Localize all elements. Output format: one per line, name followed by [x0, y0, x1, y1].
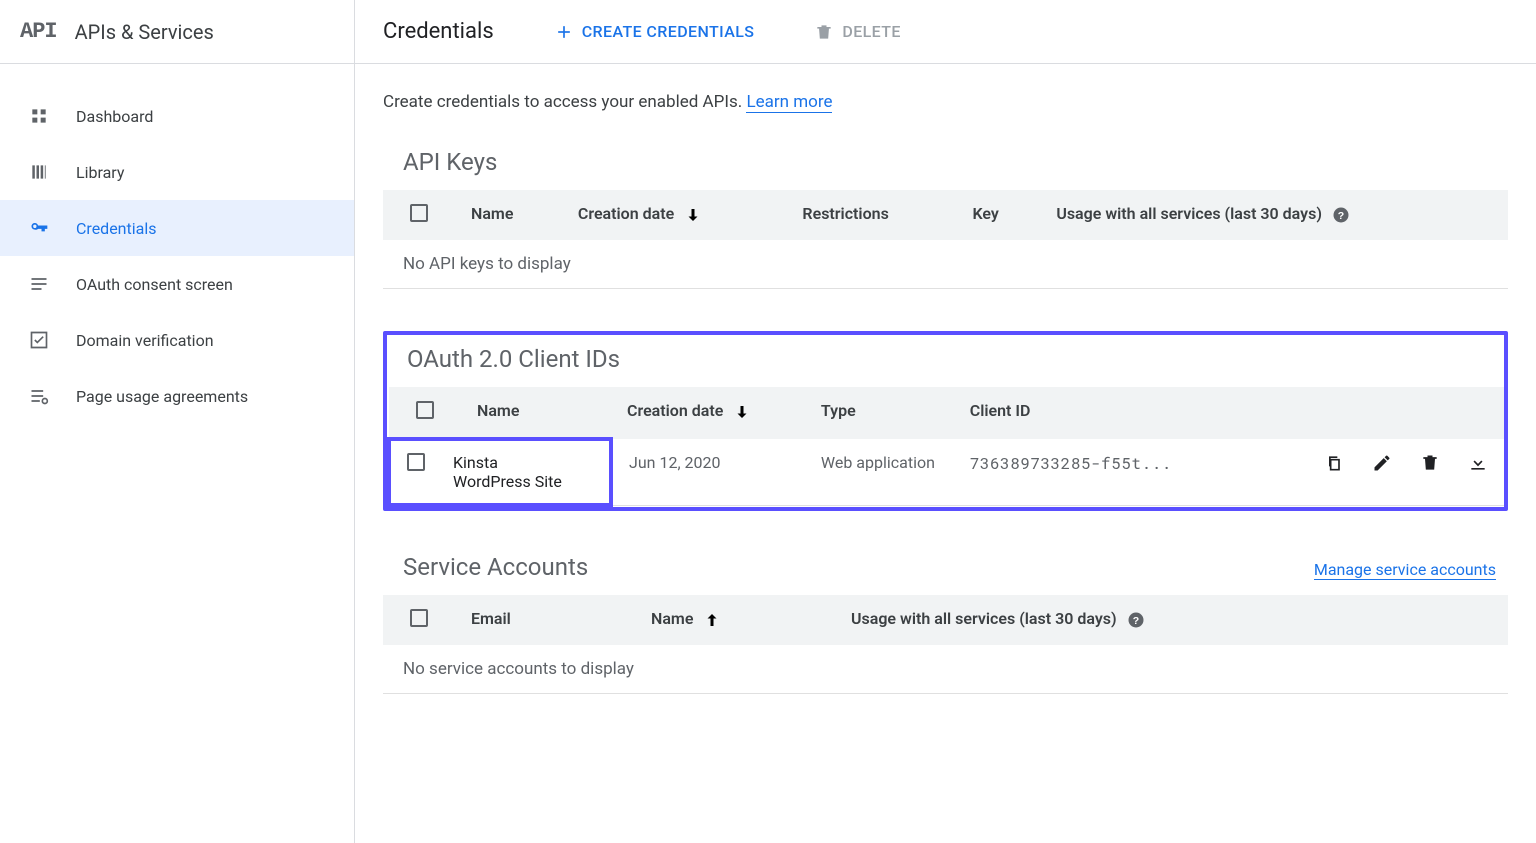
table-header-row: Name Creation date Restrictions Key Usag… [383, 190, 1508, 240]
empty-message: No API keys to display [383, 240, 1508, 289]
col-email[interactable]: Email [455, 595, 635, 645]
select-all-checkbox[interactable] [416, 401, 434, 419]
col-name[interactable]: Name [461, 387, 611, 439]
table-header-row: Email Name Usage with all services (last… [383, 595, 1508, 645]
sidebar-nav: Dashboard Library Credentials OAuth cons… [0, 64, 354, 424]
table-header-row: Name Creation date Type Client ID [389, 387, 1504, 439]
help-icon[interactable]: ? [1127, 611, 1145, 629]
sidebar-item-page-usage[interactable]: Page usage agreements [0, 368, 354, 424]
sidebar-item-label: OAuth consent screen [76, 275, 233, 294]
col-name[interactable]: Name [635, 595, 835, 645]
select-all-checkbox[interactable] [410, 204, 428, 222]
create-credentials-button[interactable]: CREATE CREDENTIALS [554, 22, 755, 42]
oauth-clients-title: OAuth 2.0 Client IDs [407, 345, 620, 373]
sidebar: API APIs & Services Dashboard Library [0, 0, 355, 843]
checkbox-header [383, 190, 455, 240]
api-keys-title: API Keys [403, 148, 497, 176]
key-icon [28, 217, 50, 239]
svg-text:?: ? [1132, 615, 1138, 627]
create-label: CREATE CREDENTIALS [582, 22, 755, 41]
client-creation-date: Jun 12, 2020 [611, 439, 805, 505]
api-keys-section: API Keys Name Creation date Restrictions… [383, 148, 1508, 289]
col-creation-date[interactable]: Creation date [611, 387, 805, 439]
checkbox-header [383, 595, 455, 645]
service-accounts-section: Service Accounts Manage service accounts… [383, 553, 1508, 694]
download-icon[interactable] [1468, 453, 1488, 477]
sidebar-item-label: Credentials [76, 219, 157, 238]
verified-icon [28, 329, 50, 351]
learn-more-link[interactable]: Learn more [746, 92, 832, 113]
select-all-checkbox[interactable] [410, 609, 428, 627]
service-accounts-title: Service Accounts [403, 553, 588, 581]
sidebar-item-domain-verification[interactable]: Domain verification [0, 312, 354, 368]
col-usage[interactable]: Usage with all services (last 30 days) ? [1040, 190, 1508, 240]
col-actions [1244, 387, 1504, 439]
sidebar-item-label: Library [76, 163, 124, 182]
sidebar-item-label: Page usage agreements [76, 387, 248, 406]
sidebar-title: APIs & Services [75, 20, 214, 44]
dashboard-icon [28, 105, 50, 127]
sidebar-header: API APIs & Services [0, 0, 354, 64]
oauth-clients-table: Name Creation date Type Client ID [387, 387, 1504, 507]
table-row[interactable]: Kinsta WordPress Site Jun 12, 2020 Web a… [389, 439, 1504, 505]
col-label: Usage with all services (last 30 days) [1056, 204, 1322, 223]
row-checkbox[interactable] [407, 453, 425, 471]
empty-row: No API keys to display [383, 240, 1508, 289]
plus-icon [554, 22, 574, 42]
sidebar-item-library[interactable]: Library [0, 144, 354, 200]
settings-list-icon [28, 385, 50, 407]
oauth-clients-section: OAuth 2.0 Client IDs Name Creation date … [383, 331, 1508, 511]
client-id-value: 736389733285-f55t... [954, 439, 1244, 505]
api-keys-table: Name Creation date Restrictions Key Usag… [383, 190, 1508, 289]
col-label: Usage with all services (last 30 days) [851, 609, 1117, 628]
sidebar-item-label: Dashboard [76, 107, 153, 126]
sort-down-icon [684, 206, 702, 224]
manage-service-accounts-link[interactable]: Manage service accounts [1314, 560, 1496, 580]
delete-icon[interactable] [1420, 453, 1440, 477]
sidebar-item-credentials[interactable]: Credentials [0, 200, 354, 256]
content: Create credentials to access your enable… [355, 64, 1536, 764]
sort-down-icon [733, 403, 751, 421]
library-icon [28, 161, 50, 183]
empty-row: No service accounts to display [383, 645, 1508, 694]
edit-icon[interactable] [1372, 453, 1392, 477]
delete-label: DELETE [842, 22, 901, 41]
svg-text:?: ? [1338, 210, 1344, 222]
client-type: Web application [805, 439, 954, 505]
help-icon[interactable]: ? [1332, 206, 1350, 224]
empty-message: No service accounts to display [383, 645, 1508, 694]
col-name[interactable]: Name [455, 190, 562, 240]
col-label: Creation date [627, 401, 723, 420]
client-name[interactable]: Kinsta WordPress Site [453, 453, 563, 491]
page-title: Credentials [383, 19, 494, 44]
trash-icon [814, 22, 834, 42]
sidebar-item-label: Domain verification [76, 331, 214, 350]
intro-text: Create credentials to access your enable… [383, 92, 1508, 112]
api-logo: API [20, 19, 57, 44]
sort-up-icon [703, 611, 721, 629]
row-actions [1244, 439, 1504, 505]
col-label: Name [651, 609, 693, 628]
service-accounts-table: Email Name Usage with all services (last… [383, 595, 1508, 694]
sidebar-item-oauth-consent[interactable]: OAuth consent screen [0, 256, 354, 312]
col-label: Creation date [578, 204, 674, 223]
col-type[interactable]: Type [805, 387, 954, 439]
col-client-id[interactable]: Client ID [954, 387, 1244, 439]
checkbox-header [389, 387, 461, 439]
col-restrictions[interactable]: Restrictions [786, 190, 956, 240]
col-usage[interactable]: Usage with all services (last 30 days) ? [835, 595, 1508, 645]
intro-text-span: Create credentials to access your enable… [383, 92, 742, 112]
topbar: Credentials CREATE CREDENTIALS DELETE [355, 0, 1536, 64]
sidebar-item-dashboard[interactable]: Dashboard [0, 88, 354, 144]
delete-button[interactable]: DELETE [814, 22, 901, 42]
col-key[interactable]: Key [956, 190, 1040, 240]
consent-icon [28, 273, 50, 295]
highlighted-cell: Kinsta WordPress Site [389, 439, 611, 505]
main: Credentials CREATE CREDENTIALS DELETE Cr… [355, 0, 1536, 843]
copy-icon[interactable] [1324, 453, 1344, 477]
col-creation-date[interactable]: Creation date [562, 190, 787, 240]
